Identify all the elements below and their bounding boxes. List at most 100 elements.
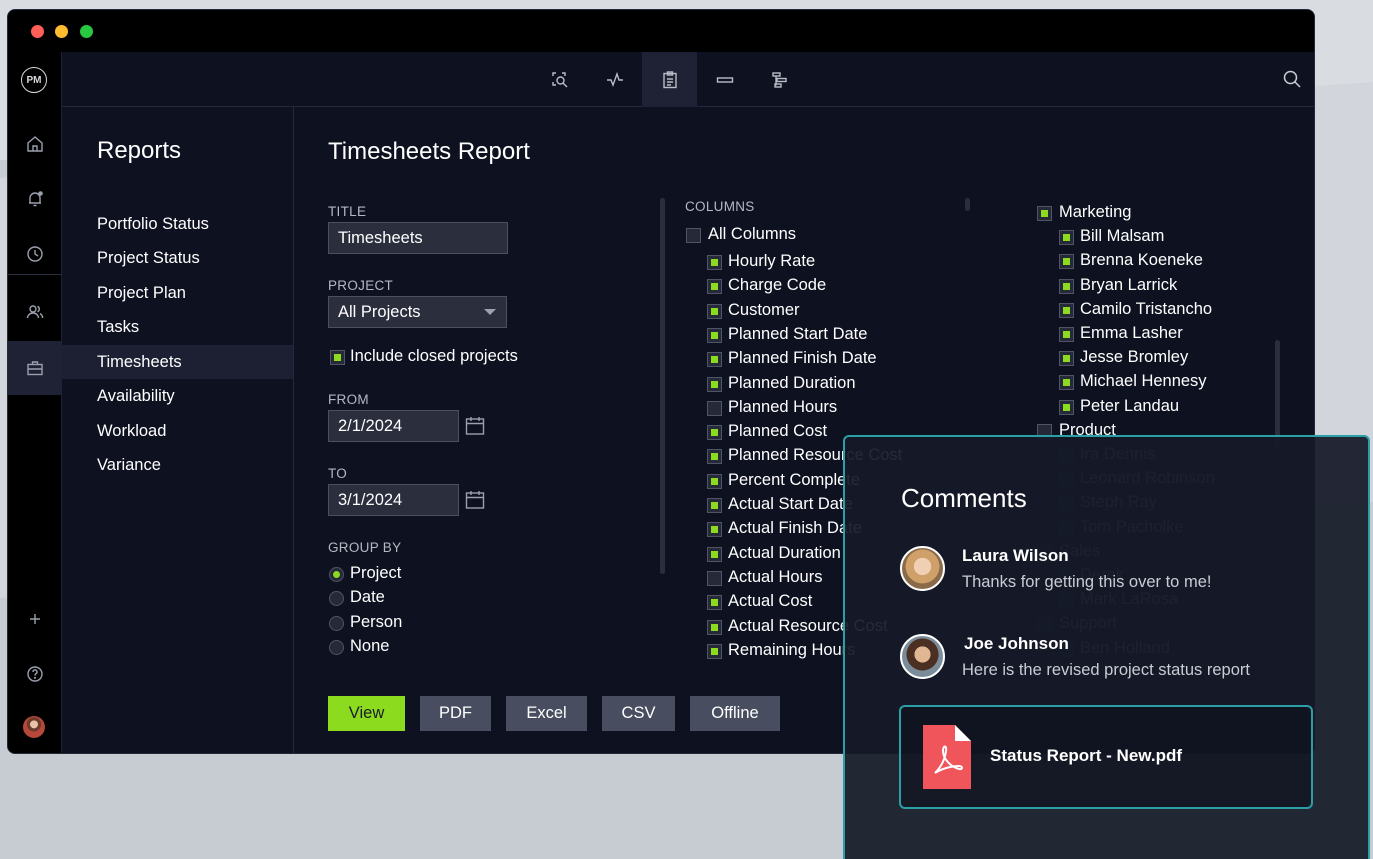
calendar-icon[interactable] xyxy=(464,415,486,442)
comment-author: Laura Wilson xyxy=(962,546,1069,565)
people-scrollbar[interactable] xyxy=(1275,340,1280,450)
group-label: Marketing xyxy=(1059,203,1132,221)
column-checkbox[interactable] xyxy=(707,498,722,513)
include-closed-checkbox[interactable] xyxy=(330,350,345,365)
column-checkbox[interactable] xyxy=(707,376,722,392)
clipboard-icon[interactable] xyxy=(642,52,697,107)
bell-icon[interactable] xyxy=(8,172,62,226)
offline-button[interactable]: Offline xyxy=(690,696,780,731)
group-radio-project[interactable] xyxy=(329,567,344,582)
member-label: Peter Landau xyxy=(1080,396,1180,415)
column-checkbox[interactable] xyxy=(707,546,722,562)
column-label: Planned Hours xyxy=(728,397,838,416)
member-checkbox[interactable] xyxy=(1059,302,1074,318)
to-date-input[interactable]: 3/1/2024 xyxy=(328,484,459,516)
column-checkbox[interactable] xyxy=(707,327,722,343)
member-checkbox[interactable] xyxy=(1059,230,1074,246)
maximize-window-button[interactable] xyxy=(80,25,93,38)
member-label: Michael Hennesy xyxy=(1080,372,1207,391)
column-checkbox[interactable] xyxy=(707,522,722,538)
sidebar-item-portfolio-status[interactable]: Portfolio Status xyxy=(62,207,293,241)
title-bar xyxy=(8,10,1314,52)
zoom-search-icon[interactable] xyxy=(532,52,587,107)
sidebar-item-tasks[interactable]: Tasks xyxy=(62,310,293,344)
attachment-card[interactable]: Status Report - New.pdf xyxy=(899,705,1313,809)
title-label: TITLE xyxy=(328,204,367,219)
column-label: Actual Duration xyxy=(728,543,841,562)
column-label: Planned Start Date xyxy=(728,324,868,343)
group-radio-none[interactable] xyxy=(329,640,344,655)
plus-icon[interactable] xyxy=(8,592,62,646)
home-icon[interactable] xyxy=(8,117,62,171)
sidebar-item-timesheets[interactable]: Timesheets xyxy=(62,345,293,379)
comment-text: Here is the revised project status repor… xyxy=(962,661,1250,679)
column-checkbox[interactable] xyxy=(707,473,722,489)
column-label: Planned Finish Date xyxy=(728,349,877,368)
from-date-input[interactable]: 2/1/2024 xyxy=(328,410,459,442)
gantt-icon[interactable] xyxy=(752,52,807,107)
help-icon[interactable] xyxy=(8,647,62,701)
excel-button[interactable]: Excel xyxy=(506,696,587,731)
csv-button[interactable]: CSV xyxy=(602,696,675,731)
column-checkbox[interactable] xyxy=(707,279,722,295)
column-label: Remaining Hours xyxy=(728,640,856,659)
column-checkbox[interactable] xyxy=(707,595,722,611)
page-title: Timesheets Report xyxy=(328,138,530,165)
column-label: Charge Code xyxy=(728,276,827,295)
clock-icon[interactable] xyxy=(8,227,62,281)
columns-scrollbar[interactable] xyxy=(965,198,970,211)
pulse-icon[interactable] xyxy=(587,52,642,107)
form-scrollbar[interactable] xyxy=(660,198,665,574)
top-toolbar xyxy=(62,52,1314,107)
user-avatar[interactable] xyxy=(23,716,45,738)
member-label: Bill Malsam xyxy=(1080,227,1165,246)
column-checkbox[interactable] xyxy=(707,352,722,368)
member-label: Brenna Koeneke xyxy=(1080,251,1203,270)
comments-panel: Comments Laura Wilson Thanks for getting… xyxy=(843,435,1370,859)
member-checkbox[interactable] xyxy=(1059,399,1074,415)
pdf-file-icon xyxy=(921,723,973,796)
briefcase-icon[interactable] xyxy=(8,341,62,395)
column-checkbox[interactable] xyxy=(707,449,722,465)
column-checkbox[interactable] xyxy=(707,303,722,319)
sidebar-item-variance[interactable]: Variance xyxy=(62,448,293,482)
column-checkbox[interactable] xyxy=(707,425,722,441)
column-label: Actual Hours xyxy=(728,567,823,586)
sidebar-item-project-status[interactable]: Project Status xyxy=(62,241,293,275)
group-by-label: GROUP BY xyxy=(328,540,402,555)
reports-sidebar: Reports Portfolio Status Project Status … xyxy=(62,107,294,753)
member-checkbox[interactable] xyxy=(1059,327,1074,342)
close-window-button[interactable] xyxy=(31,25,44,38)
member-checkbox[interactable] xyxy=(1059,278,1074,294)
minimize-window-button[interactable] xyxy=(55,25,68,38)
people-icon[interactable] xyxy=(8,285,62,339)
project-label: PROJECT xyxy=(328,278,394,293)
pm-logo[interactable]: PM xyxy=(21,67,47,93)
column-checkbox[interactable] xyxy=(707,643,722,659)
project-select[interactable]: All Projects xyxy=(328,296,507,328)
column-checkbox[interactable] xyxy=(707,619,722,635)
pdf-button[interactable]: PDF xyxy=(420,696,491,731)
group-radio-date[interactable] xyxy=(329,591,344,606)
card-icon[interactable] xyxy=(697,52,752,107)
column-checkbox[interactable] xyxy=(707,255,722,270)
title-input[interactable]: Timesheets xyxy=(328,222,508,254)
group-radio-person[interactable] xyxy=(329,616,344,631)
column-checkbox[interactable] xyxy=(707,570,722,586)
sidebar-item-availability[interactable]: Availability xyxy=(62,379,293,413)
view-button[interactable]: View xyxy=(328,696,405,731)
avatar xyxy=(900,546,945,591)
sidebar-item-workload[interactable]: Workload xyxy=(62,414,293,448)
member-checkbox[interactable] xyxy=(1059,375,1074,391)
member-checkbox[interactable] xyxy=(1059,254,1074,270)
search-icon[interactable] xyxy=(1282,69,1302,94)
calendar-icon[interactable] xyxy=(464,489,486,516)
rail-divider xyxy=(8,274,62,275)
group-option-label: Person xyxy=(350,613,403,631)
member-checkbox[interactable] xyxy=(1059,351,1074,367)
all-columns-checkbox[interactable] xyxy=(686,228,701,243)
group-checkbox[interactable] xyxy=(1037,206,1052,221)
column-checkbox[interactable] xyxy=(707,400,722,416)
to-label: TO xyxy=(328,466,348,481)
sidebar-item-project-plan[interactable]: Project Plan xyxy=(62,276,293,310)
